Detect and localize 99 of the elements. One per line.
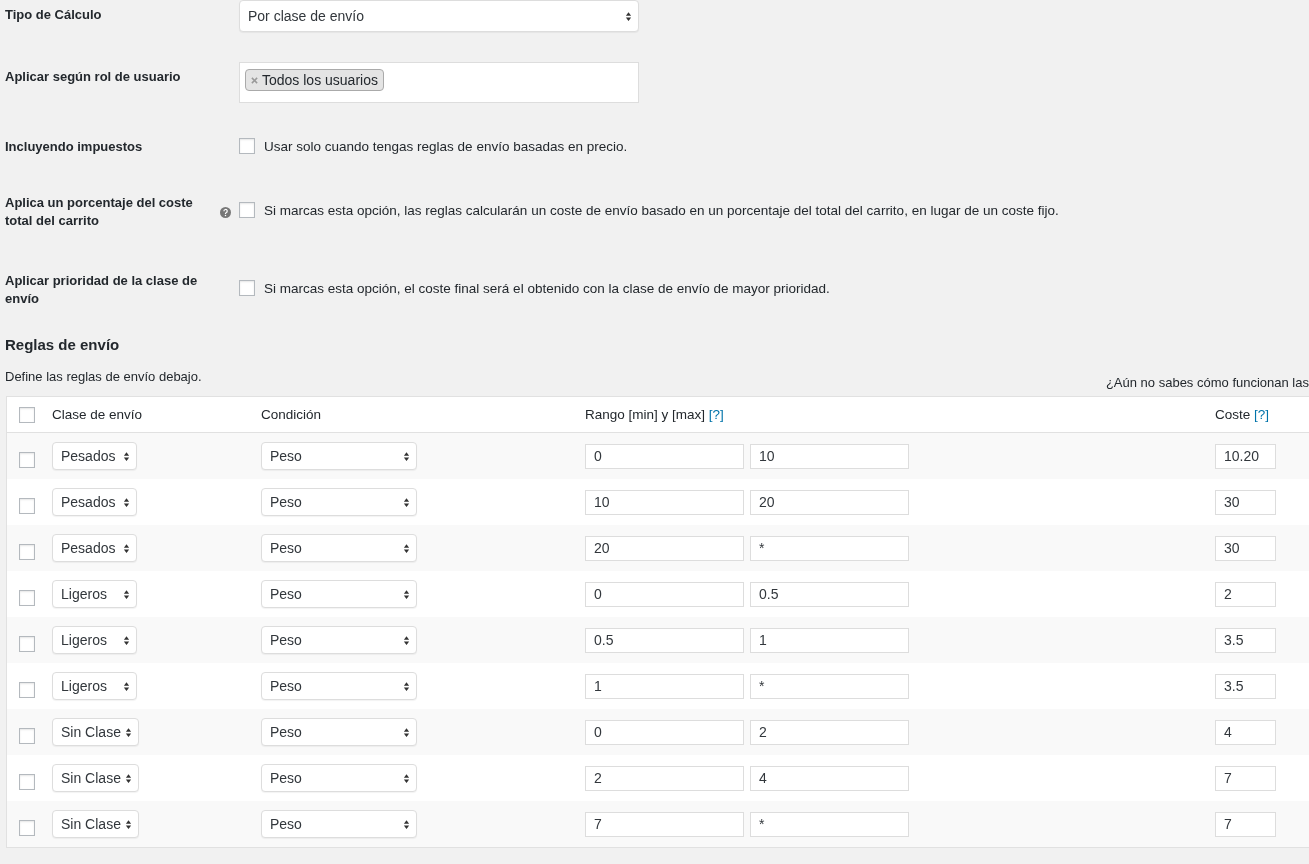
max-input[interactable]: 2 [750,719,909,745]
caret-icon [124,772,132,784]
setting-label: Tipo de Cálculo [5,6,103,24]
cost-input[interactable]: 3.5 [1215,627,1276,653]
help-icon[interactable] [220,206,231,218]
help-link[interactable]: [?] [1254,407,1270,422]
checkbox-description: Usar solo cuando tengas reglas de envío basadas en precio. [264,138,628,154]
caret-icon [403,680,410,692]
caret-icon [123,680,130,692]
remove-icon[interactable] [251,77,258,84]
max-input[interactable]: * [750,811,909,837]
caret-icon [625,10,632,22]
row-checkbox[interactable] [19,498,35,514]
cost-input[interactable]: 30 [1215,489,1276,515]
checkbox[interactable] [239,138,255,154]
cost-input[interactable]: 3.5 [1215,673,1276,699]
min-input[interactable]: 7 [585,811,744,837]
setting-label: Aplicar según rol de usuario [5,68,182,86]
shipping-class-select[interactable]: Ligeros [52,626,137,654]
caret-icon [123,542,130,554]
condition-select[interactable]: Peso [261,488,417,516]
column-header: Clase de envío [52,407,143,422]
caret-icon [403,496,410,508]
max-input[interactable]: 4 [750,765,909,791]
setting-label: Incluyendo impuestos [5,138,144,156]
column-header: Rango [min] y [max] [585,407,706,422]
shipping-class-select[interactable]: Ligeros [52,580,137,608]
calculation-type-select[interactable]: Por clase de envío [239,0,639,32]
checkbox-description: Si marcas esta opción, las reglas calcularán un coste de envío basado en un porcentaje del total del carrito, en lugar de un coste fijo. [264,202,1059,218]
help-link[interactable]: [?] [708,407,724,422]
shipping-class-select[interactable]: Pesados [52,442,137,470]
min-input[interactable]: 0.5 [585,627,744,653]
checkbox-description: Si marcas esta opción, el coste final será el obtenido con la clase de envío de mayor prioridad. [264,280,830,296]
row-checkbox[interactable] [19,590,35,606]
setting-label: Aplicar prioridad de la clase de envío [5,272,199,308]
max-input[interactable]: * [750,673,909,699]
cost-input[interactable]: 2 [1215,581,1276,607]
section-heading: Reglas de envío [5,336,121,353]
row-checkbox[interactable] [19,544,35,560]
shipping-class-select[interactable]: Pesados [52,534,137,562]
min-input[interactable]: 0 [585,719,744,745]
min-input[interactable]: 0 [585,581,744,607]
min-input[interactable]: 1 [585,673,744,699]
row-checkbox[interactable] [19,774,35,790]
cost-input[interactable]: 10.20 [1215,443,1276,469]
caret-icon [123,634,130,646]
condition-select[interactable]: Peso [261,764,417,792]
caret-icon [403,634,410,646]
caret-icon [123,496,130,508]
row-checkbox[interactable] [19,452,35,468]
row-checkbox[interactable] [19,636,35,652]
shipping-class-select[interactable]: Sin Clase [52,810,139,838]
row-checkbox[interactable] [19,682,35,698]
setting-label: Aplica un porcentaje del coste total del carrito [5,194,194,230]
caret-icon [403,450,410,462]
min-input[interactable]: 0 [585,443,744,469]
shipping-class-select[interactable]: Pesados [52,488,137,516]
shipping-class-select[interactable]: Sin Clase [52,718,139,746]
caret-icon [403,726,410,738]
caret-icon [124,726,132,738]
caret-icon [403,542,410,554]
cost-input[interactable]: 7 [1215,811,1276,837]
caret-icon [124,818,132,830]
column-header: Condición [261,407,322,422]
select-all-checkbox[interactable] [19,406,35,423]
caret-icon [123,450,130,462]
row-checkbox[interactable] [19,728,35,744]
section-description: Define las reglas de envío debajo. [5,369,202,384]
condition-select[interactable]: Peso [261,810,417,838]
max-input[interactable]: 0.5 [750,581,909,607]
caret-icon [403,818,410,830]
max-input[interactable]: 20 [750,489,909,515]
row-checkbox[interactable] [19,820,35,836]
help-text: ¿Aún no sabes cómo funcionan las [1105,375,1309,390]
caret-icon [123,588,130,600]
cost-input[interactable]: 4 [1215,719,1276,745]
cost-input[interactable]: 7 [1215,765,1276,791]
max-input[interactable]: 10 [750,443,909,469]
checkbox[interactable] [239,280,255,296]
max-input[interactable]: 1 [750,627,909,653]
shipping-class-select[interactable]: Sin Clase [52,764,139,792]
condition-select[interactable]: Peso [261,718,417,746]
caret-icon [403,772,410,784]
max-input[interactable]: * [750,535,909,561]
condition-select[interactable]: Peso [261,534,417,562]
condition-select[interactable]: Peso [261,580,417,608]
min-input[interactable]: 2 [585,765,744,791]
condition-select[interactable]: Peso [261,672,417,700]
user-role-field[interactable]: Todos los usuarios [239,62,639,103]
cost-input[interactable]: 30 [1215,535,1276,561]
checkbox[interactable] [239,202,255,218]
condition-select[interactable]: Peso [261,442,417,470]
caret-icon [403,588,410,600]
shipping-class-select[interactable]: Ligeros [52,672,137,700]
role-tag[interactable]: Todos los usuarios [245,69,384,91]
column-header: Coste [1215,407,1251,422]
condition-select[interactable]: Peso [261,626,417,654]
min-input[interactable]: 20 [585,535,744,561]
min-input[interactable]: 10 [585,489,744,515]
